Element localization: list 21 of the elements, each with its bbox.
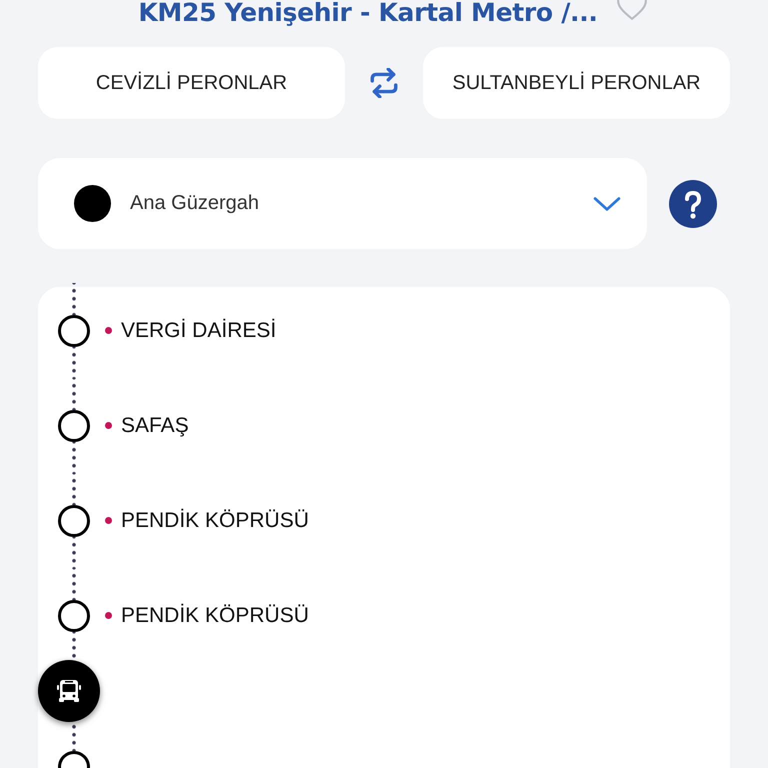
stop-name[interactable]: VERGİ DAİRESİ <box>121 318 276 342</box>
bullet-dot <box>105 612 112 619</box>
swap-icon[interactable] <box>368 68 400 98</box>
direction-button[interactable]: CEVİZLİ PERONLAR <box>38 47 345 119</box>
stop-name[interactable]: PENDİK KÖPRÜSÜ <box>121 604 309 628</box>
route-dropdown[interactable]: Ana Güzergah <box>38 158 647 249</box>
chevron-down-icon[interactable] <box>593 196 621 212</box>
stop-marker <box>58 410 90 442</box>
bus-icon[interactable] <box>38 660 100 722</box>
stop-name[interactable]: SAFAŞ <box>121 414 189 438</box>
bullet-dot <box>105 517 112 524</box>
help-icon[interactable] <box>669 180 717 228</box>
stop-marker <box>58 314 90 346</box>
direction-button[interactable]: SULTANBEYLİ PERONLAR <box>423 47 730 119</box>
bullet-dot <box>105 327 112 334</box>
stop-marker <box>58 504 90 536</box>
stop-name[interactable]: PENDİK KÖPRÜSÜ <box>121 508 309 532</box>
route-name: Ana Güzergah <box>130 192 260 215</box>
bullet-dot <box>105 422 112 429</box>
route-title: KM25 Yenişehir - Kartal Metro /... <box>138 0 598 27</box>
stop-marker <box>58 600 90 632</box>
